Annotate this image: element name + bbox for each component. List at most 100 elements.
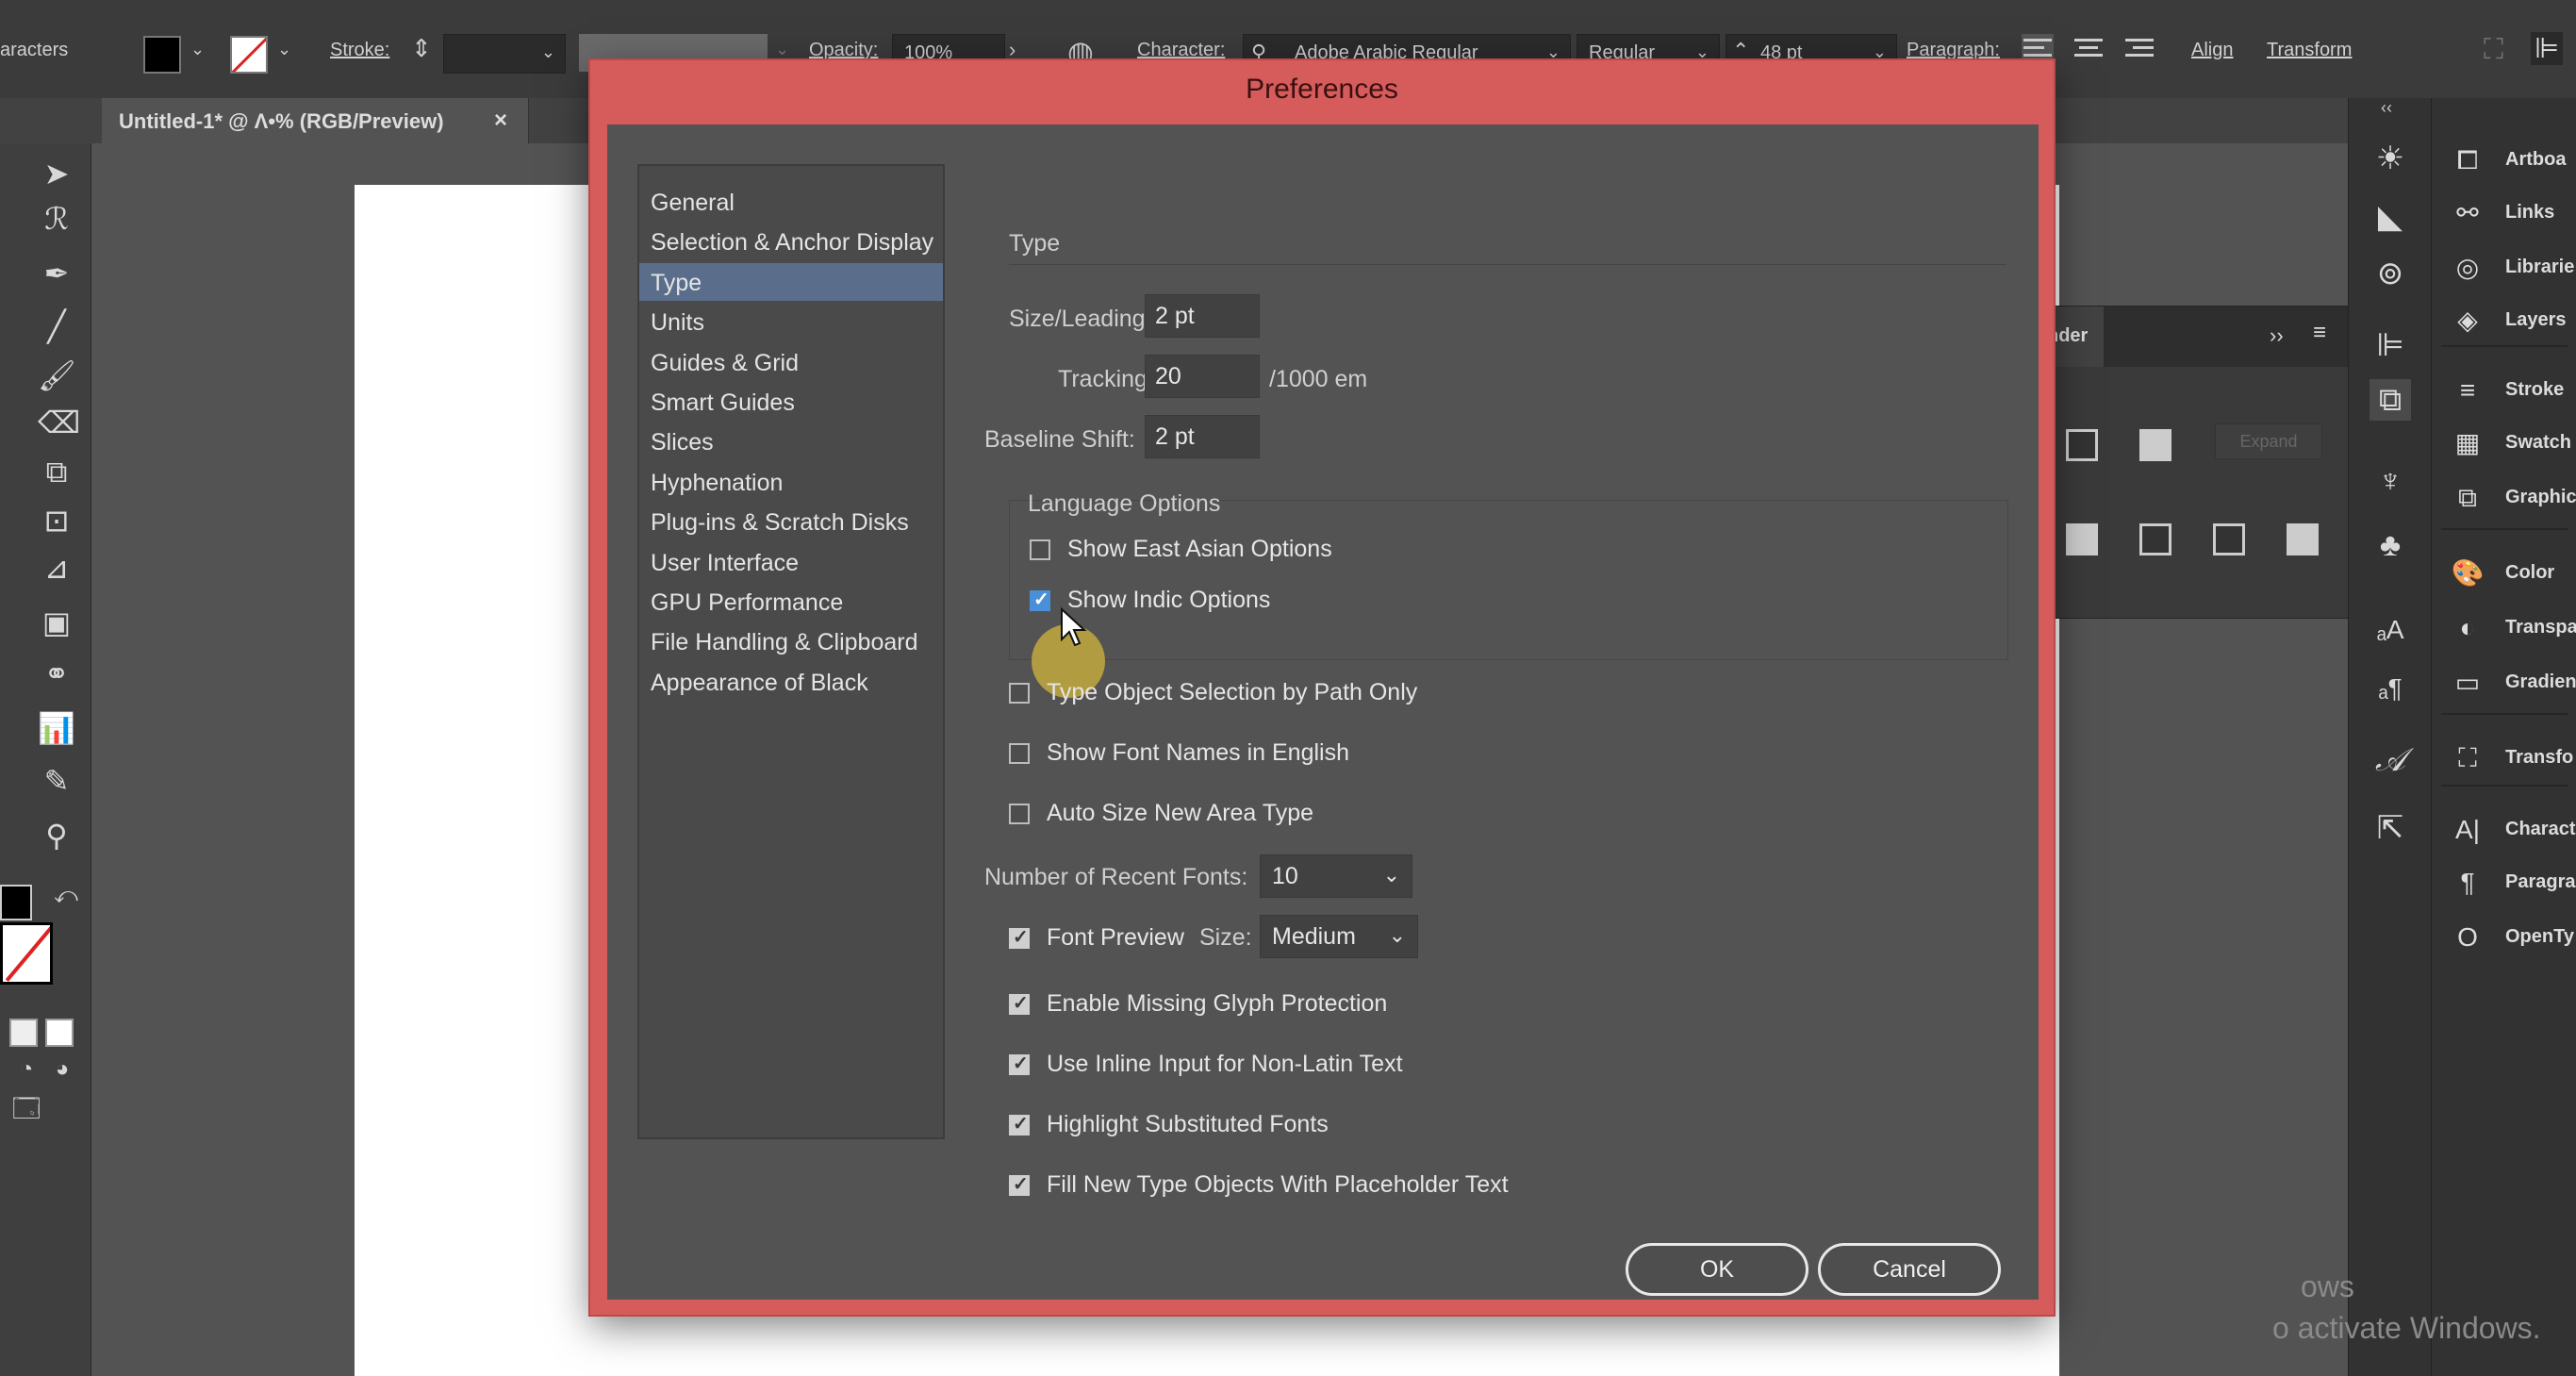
- missing-glyph-label[interactable]: Enable Missing Glyph Protection: [1018, 990, 1387, 1018]
- profile-chevron-icon[interactable]: ⌄: [775, 40, 789, 59]
- dock-item-character[interactable]: A| Charact: [2432, 804, 2576, 856]
- tracking-input[interactable]: 20: [1145, 355, 1260, 398]
- nav-item-selection-anchor-display[interactable]: Selection & Anchor Display: [639, 223, 943, 260]
- font-preview-size-select[interactable]: Medium ⌄: [1260, 915, 1418, 958]
- nav-item-slices[interactable]: Slices: [639, 423, 943, 460]
- show-east-asian-label[interactable]: Show East Asian Options: [1039, 536, 1332, 563]
- crop-icon[interactable]: [2287, 523, 2319, 555]
- stroke-label[interactable]: Stroke:: [330, 40, 389, 61]
- selection-tool-icon[interactable]: ➤: [38, 155, 75, 192]
- fill-color-box[interactable]: [0, 885, 32, 920]
- nav-item-plug-ins-scratch-disks[interactable]: Plug-ins & Scratch Disks: [639, 503, 943, 540]
- dock-item-opentype[interactable]: O OpenTy: [2432, 911, 2576, 964]
- nav-item-appearance-of-black[interactable]: Appearance of Black: [639, 663, 943, 701]
- show-font-names-english-label[interactable]: Show Font Names in English: [1018, 739, 1349, 767]
- placeholder-text-label[interactable]: Fill New Type Objects With Placeholder T…: [1018, 1171, 1509, 1199]
- align-right-icon[interactable]: [2123, 34, 2155, 66]
- opacity-arrow-icon[interactable]: ›: [1009, 38, 1016, 62]
- dock-item-libraries[interactable]: ◎ Librarie: [2432, 241, 2576, 294]
- recent-fonts-select[interactable]: 10 ⌄: [1260, 854, 1412, 898]
- dock-item-layers[interactable]: ◈ Layers: [2432, 294, 2576, 347]
- dock-item-paragraph[interactable]: ¶ Paragra: [2432, 856, 2576, 909]
- stroke-stepper-icon[interactable]: ⇕: [411, 34, 432, 63]
- swap-colors-icon[interactable]: ⤺: [47, 877, 85, 915]
- gradient-tool-icon[interactable]: ▣: [38, 604, 75, 641]
- draw-normal-icon[interactable]: ◔: [8, 1051, 45, 1088]
- collapse-panel-icon[interactable]: ››: [2270, 323, 2284, 348]
- font-style-chevron-icon[interactable]: ⌄: [1695, 42, 1709, 62]
- none-mode-icon[interactable]: [45, 1019, 74, 1047]
- highlight-substituted-label[interactable]: Highlight Substituted Fonts: [1018, 1111, 1329, 1138]
- align-center-icon[interactable]: [2072, 34, 2105, 66]
- color-mode-icon[interactable]: [9, 1019, 38, 1047]
- paragraph-styles-icon[interactable]: ₐ¶: [2370, 668, 2411, 709]
- close-icon[interactable]: ×: [494, 108, 507, 134]
- stroke-color-box[interactable]: [0, 922, 53, 985]
- scale-tool-icon[interactable]: ⧉: [38, 453, 75, 490]
- pathfinder-icon[interactable]: ⧉: [2370, 379, 2411, 421]
- character-label[interactable]: Character:: [1137, 40, 1225, 61]
- opacity-label[interactable]: Opacity:: [809, 40, 878, 61]
- auto-size-area-type-label[interactable]: Auto Size New Area Type: [1018, 800, 1313, 827]
- dock-item-links[interactable]: ⚯ Links: [2432, 187, 2576, 240]
- glyphs-icon[interactable]: 𝒜: [2370, 739, 2411, 781]
- dock-item-artboards[interactable]: ⧠ Artboa: [2432, 134, 2576, 187]
- eyedropper-tool-icon[interactable]: ✎: [38, 762, 75, 800]
- nav-item-user-interface[interactable]: User Interface: [639, 543, 943, 581]
- font-size-chevron-icon[interactable]: ⌄: [1873, 42, 1887, 62]
- nav-item-type[interactable]: Type: [639, 262, 943, 301]
- stroke-weight-field[interactable]: ⌄: [443, 34, 566, 74]
- font-preview-label[interactable]: Font Preview: [1018, 924, 1184, 952]
- panel-menu-icon[interactable]: ⊫: [2531, 32, 2564, 65]
- dock-item-transparency[interactable]: ◐ Transpa: [2432, 602, 2576, 655]
- dock-item-transform[interactable]: ⛶ Transfo: [2432, 732, 2576, 785]
- dock-item-stroke[interactable]: ≡ Stroke: [2432, 364, 2576, 417]
- screen-mode-icon[interactable]: 🗔: [8, 1090, 45, 1128]
- navigator-icon[interactable]: ⊚: [2370, 253, 2411, 294]
- sun-icon[interactable]: ☀: [2370, 138, 2411, 179]
- fill-swatch[interactable]: [143, 36, 181, 74]
- column-graph-tool-icon[interactable]: 📊: [38, 709, 75, 747]
- align-link[interactable]: Align: [2191, 40, 2233, 61]
- nav-item-units[interactable]: Units: [639, 303, 943, 340]
- zoom-tool-icon[interactable]: ⚲: [38, 817, 75, 854]
- isolate-icon[interactable]: ⛶: [2484, 34, 2503, 66]
- nav-item-file-handling-clipboard[interactable]: File Handling & Clipboard: [639, 622, 943, 660]
- characters-link[interactable]: aracters: [0, 40, 68, 61]
- fill-dropdown-chevron-icon[interactable]: ⌄: [190, 40, 205, 59]
- pen-tool-icon[interactable]: ✒: [38, 255, 75, 292]
- size-leading-input[interactable]: 2 pt: [1145, 294, 1260, 338]
- nav-item-gpu-performance[interactable]: GPU Performance: [639, 583, 943, 621]
- merge-icon[interactable]: [2213, 523, 2245, 555]
- dock-item-gradient[interactable]: ▭ Gradien: [2432, 656, 2576, 709]
- perspective-grid-tool-icon[interactable]: ⊿: [38, 549, 75, 587]
- baseline-shift-input[interactable]: 2 pt: [1145, 415, 1260, 458]
- dock-item-color[interactable]: 🎨 Color: [2432, 547, 2576, 600]
- cancel-button[interactable]: Cancel: [1818, 1243, 2001, 1296]
- puppet-icon[interactable]: ♆: [2370, 460, 2411, 502]
- ok-button[interactable]: OK: [1626, 1243, 1808, 1296]
- inline-input-label[interactable]: Use Inline Input for Non-Latin Text: [1018, 1051, 1403, 1078]
- draw-inside-icon[interactable]: ◕: [43, 1051, 81, 1088]
- paintbrush-tool-icon[interactable]: 🖌: [38, 356, 76, 394]
- nav-item-smart-guides[interactable]: Smart Guides: [639, 383, 943, 421]
- nav-item-general[interactable]: General: [639, 183, 943, 221]
- align-panel-icon[interactable]: ⊫: [2370, 324, 2411, 366]
- line-tool-icon[interactable]: ╱: [38, 307, 75, 345]
- symbols-icon[interactable]: ♣: [2370, 524, 2411, 566]
- eraser-tool-icon[interactable]: ⌫: [38, 404, 80, 441]
- image-trace-icon[interactable]: ◣: [2370, 196, 2411, 238]
- trim-icon[interactable]: [2139, 523, 2171, 555]
- nav-item-guides-grid[interactable]: Guides & Grid: [639, 343, 943, 381]
- export-icon[interactable]: ⇱: [2370, 807, 2411, 849]
- intersect-icon[interactable]: [2139, 429, 2171, 461]
- transform-link[interactable]: Transform: [2267, 40, 2352, 61]
- expand-button[interactable]: Expand: [2215, 423, 2322, 459]
- blend-tool-icon[interactable]: ⚭: [38, 655, 75, 692]
- dock-item-swatches[interactable]: ▦ Swatch: [2432, 417, 2576, 470]
- minus-front-icon[interactable]: [2066, 429, 2098, 461]
- stroke-weight-chevron-icon[interactable]: ⌄: [541, 42, 555, 62]
- lasso-tool-icon[interactable]: ℛ: [38, 200, 75, 238]
- character-styles-icon[interactable]: ₐA: [2370, 609, 2411, 651]
- divide-icon[interactable]: [2066, 523, 2098, 555]
